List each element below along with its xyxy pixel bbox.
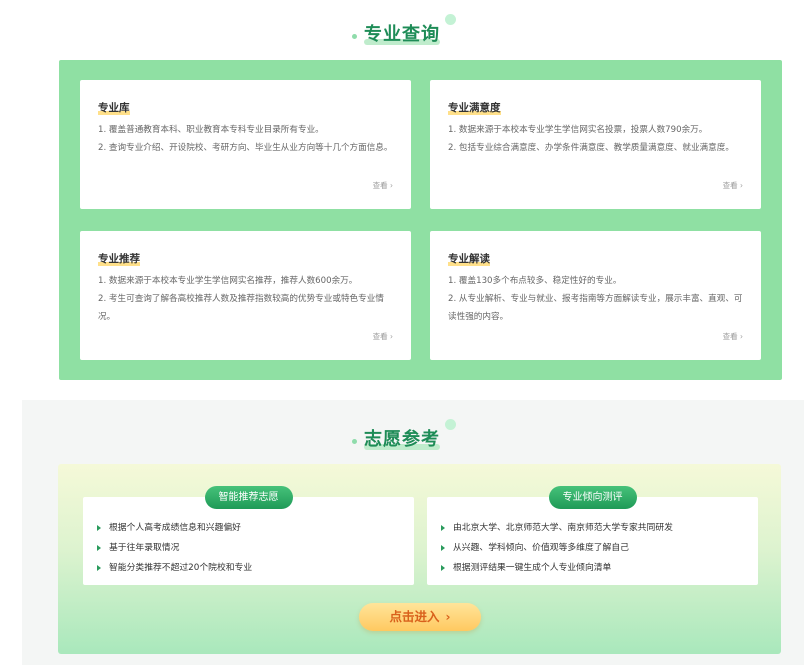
view-more-link[interactable]: 查看 › xyxy=(723,180,743,191)
feature-list: 根据个人高考成绩信息和兴趣偏好 基于往年录取情况 智能分类推荐不超过20个院校和… xyxy=(83,497,414,578)
section-title-major-query: 专业查询 xyxy=(0,14,804,46)
section-title-text: 专业查询 xyxy=(364,24,440,45)
chevron-right-icon: › xyxy=(390,332,393,341)
list-item: 基于往年录取情况 xyxy=(97,538,414,558)
triangle-right-icon xyxy=(441,525,445,531)
decor-dot-big xyxy=(445,14,456,25)
enter-button[interactable]: 点击进入 › xyxy=(359,603,481,631)
card-description: 1. 覆盖130多个布点较多、稳定性好的专业。 2. 从专业解析、专业与就业、报… xyxy=(448,276,743,322)
list-item: 从兴趣、学科倾向、价值观等多维度了解自己 xyxy=(441,538,758,558)
card-major-library[interactable]: 专业库 1. 覆盖普通教育本科、职业教育本专科专业目录所有专业。 2. 查询专业… xyxy=(80,80,411,209)
card-badge: 专业倾向测评 xyxy=(548,486,637,509)
section-title-text: 志愿参考 xyxy=(364,429,440,450)
triangle-right-icon xyxy=(97,565,101,571)
triangle-right-icon xyxy=(97,545,101,551)
view-more-link[interactable]: 查看 › xyxy=(723,331,743,342)
chevron-right-icon: › xyxy=(740,332,743,341)
card-title: 专业满意度 xyxy=(448,102,501,115)
card-title: 专业库 xyxy=(98,102,130,115)
list-item: 根据个人高考成绩信息和兴趣偏好 xyxy=(97,518,414,538)
card-major-satisfaction[interactable]: 专业满意度 1. 数据来源于本校本专业学生学信网实名投票，投票人数790余万。 … xyxy=(430,80,761,209)
card-title: 专业解读 xyxy=(448,253,490,266)
card-major-recommend[interactable]: 专业推荐 1. 数据来源于本校本专业学生学信网实名推荐，推荐人数600余万。 2… xyxy=(80,231,411,360)
decor-dot-big xyxy=(445,419,456,430)
card-major-tendency-test[interactable]: 专业倾向测评 由北京大学、北京师范大学、南京师范大学专家共同研发 从兴趣、学科倾… xyxy=(427,486,758,585)
card-major-interpretation[interactable]: 专业解读 1. 覆盖130多个布点较多、稳定性好的专业。 2. 从专业解析、专业… xyxy=(430,231,761,360)
chevron-right-icon: › xyxy=(740,181,743,190)
card-description: 1. 数据来源于本校本专业学生学信网实名投票，投票人数790余万。 2. 包括专… xyxy=(448,125,734,153)
chevron-right-icon: › xyxy=(445,610,451,624)
view-more-link[interactable]: 查看 › xyxy=(373,180,393,191)
card-title: 专业推荐 xyxy=(98,253,140,266)
triangle-right-icon xyxy=(97,525,101,531)
section-title-volunteer-reference: 志愿参考 xyxy=(0,419,804,451)
list-item: 根据测评结果一键生成个人专业倾向清单 xyxy=(441,558,758,578)
card-badge: 智能推荐志愿 xyxy=(204,486,293,509)
triangle-right-icon xyxy=(441,545,445,551)
list-item: 智能分类推荐不超过20个院校和专业 xyxy=(97,558,414,578)
view-more-link[interactable]: 查看 › xyxy=(373,331,393,342)
decor-dot-small xyxy=(352,34,357,39)
card-smart-recommend[interactable]: 智能推荐志愿 根据个人高考成绩信息和兴趣偏好 基于往年录取情况 智能分类推荐不超… xyxy=(83,486,414,585)
decor-dot-small xyxy=(352,439,357,444)
triangle-right-icon xyxy=(441,565,445,571)
chevron-right-icon: › xyxy=(390,181,393,190)
card-description: 1. 数据来源于本校本专业学生学信网实名推荐，推荐人数600余万。 2. 考生可… xyxy=(98,276,384,322)
card-description: 1. 覆盖普通教育本科、职业教育本专科专业目录所有专业。 2. 查询专业介绍、开… xyxy=(98,125,393,153)
feature-list: 由北京大学、北京师范大学、南京师范大学专家共同研发 从兴趣、学科倾向、价值观等多… xyxy=(427,497,758,578)
list-item: 由北京大学、北京师范大学、南京师范大学专家共同研发 xyxy=(441,518,758,538)
